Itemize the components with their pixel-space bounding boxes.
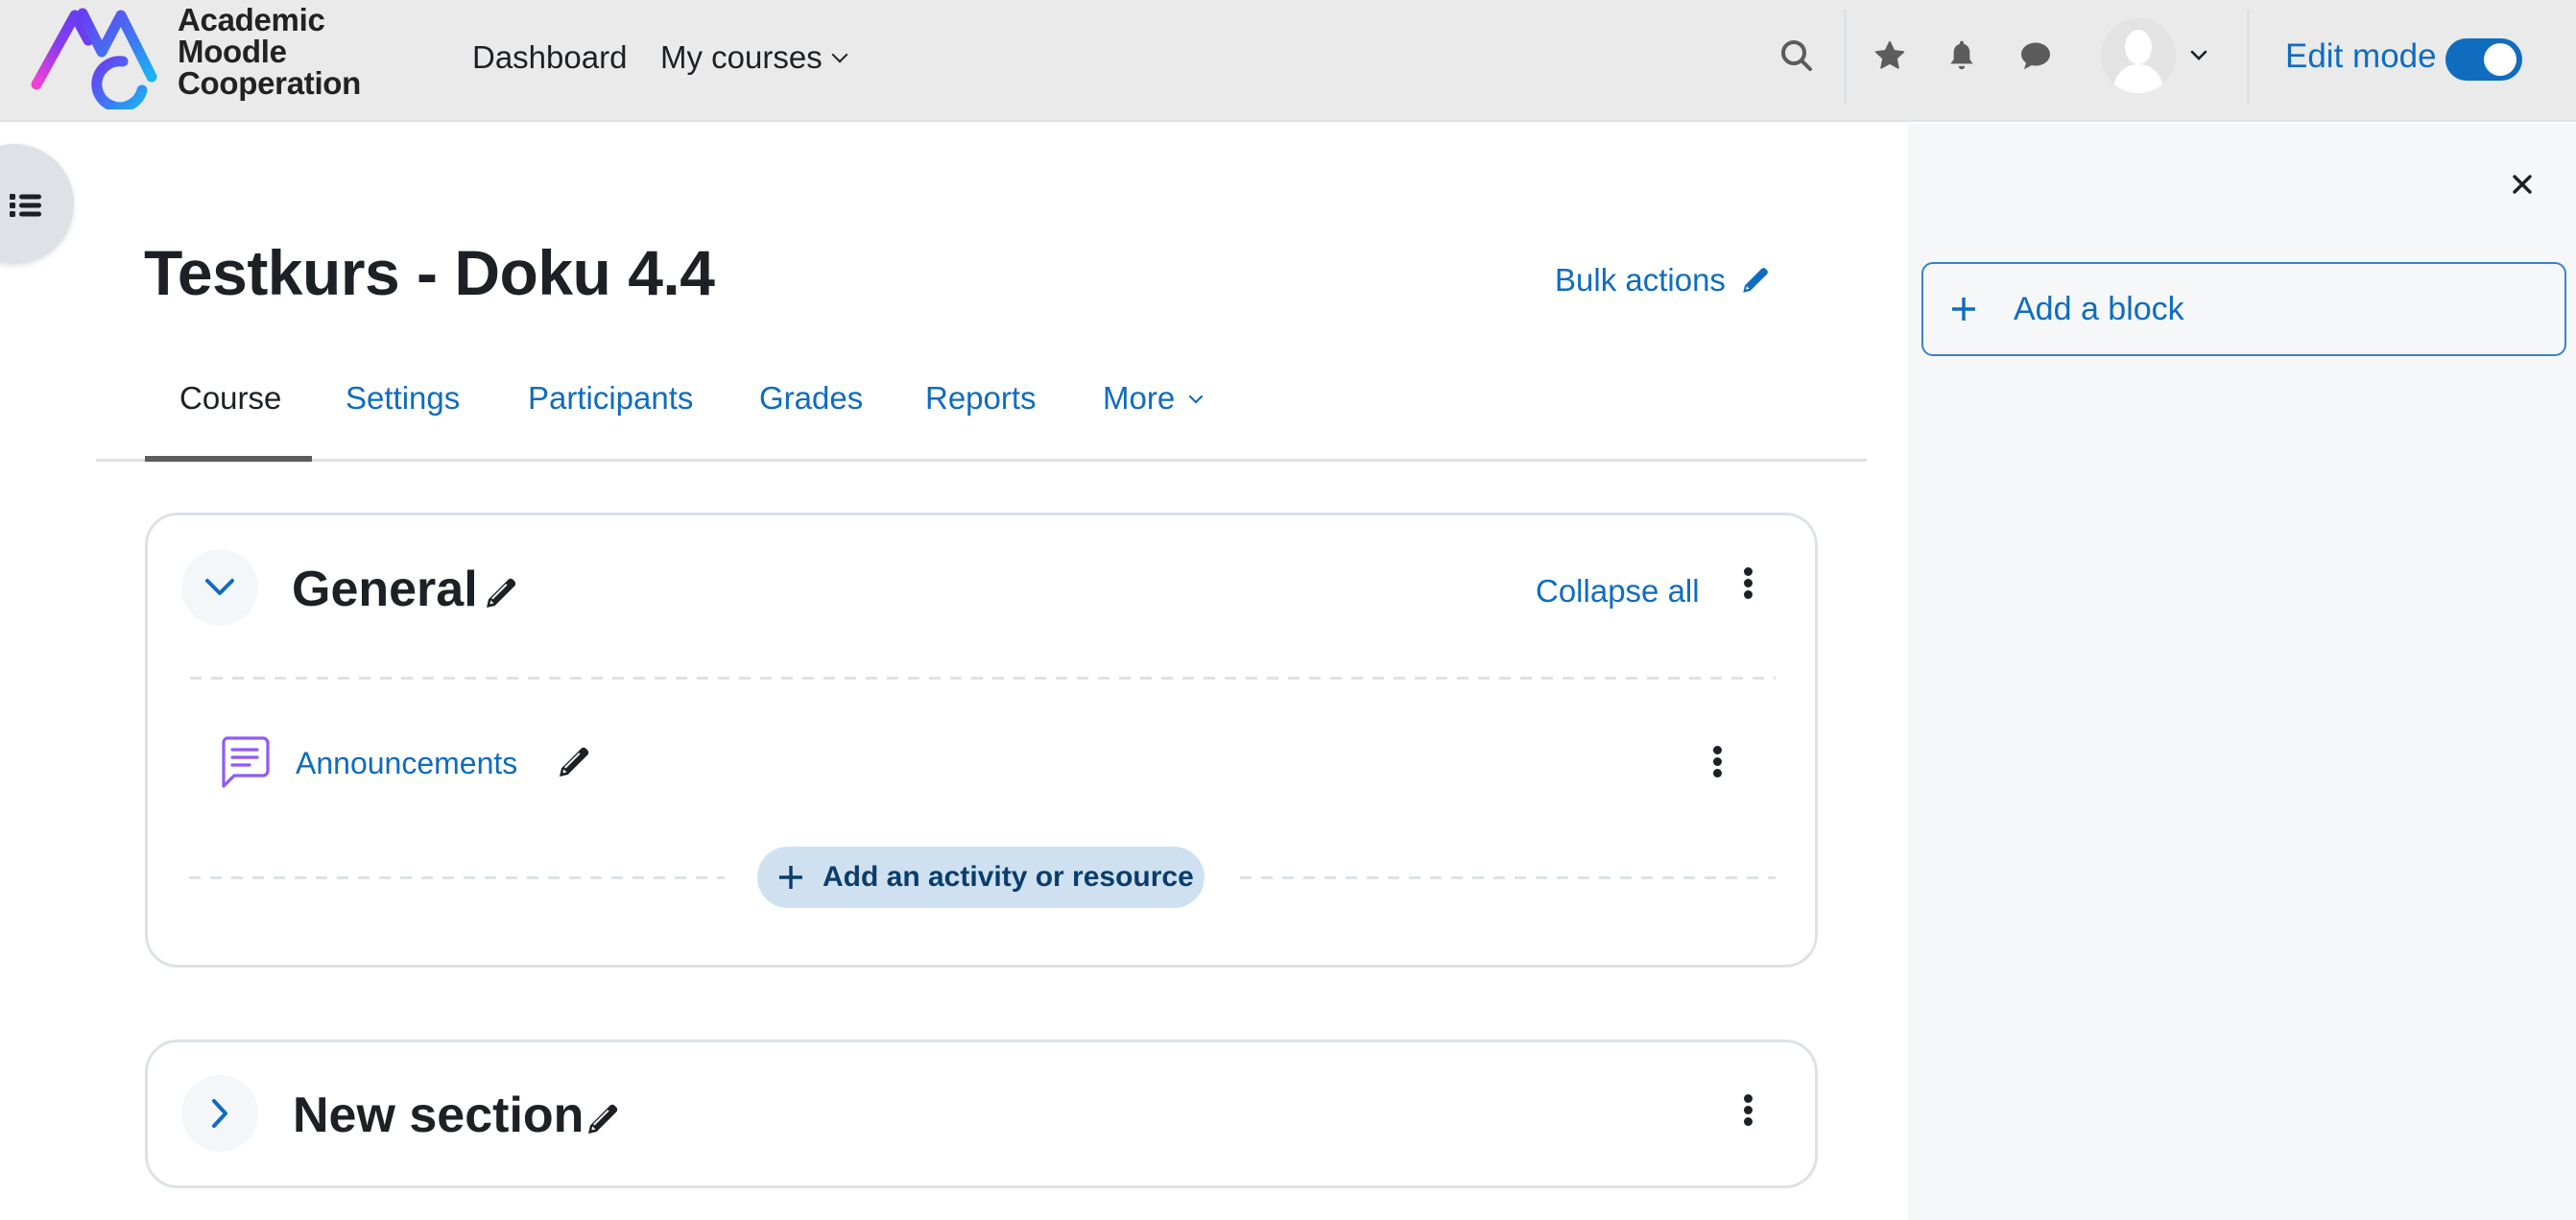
- activity-actions-menu[interactable]: [1703, 739, 1731, 783]
- chevron-down-icon: [205, 579, 234, 595]
- kebab-dot: [1743, 578, 1753, 587]
- forum-icon: [219, 735, 271, 794]
- section-general-title[interactable]: General: [292, 560, 478, 619]
- chevron-down-icon: [1189, 395, 1204, 404]
- tab-more[interactable]: More: [1103, 377, 1205, 419]
- open-course-index-button[interactable]: [0, 144, 74, 264]
- notifications-button[interactable]: [1938, 32, 1986, 80]
- edit-mode-label: Edit mode: [2285, 37, 2437, 75]
- section-new-actions-menu[interactable]: [1733, 1088, 1762, 1132]
- add-block-label: Add a block: [2014, 290, 2184, 327]
- messages-button[interactable]: [2012, 32, 2060, 80]
- kebab-dot: [1712, 745, 1722, 754]
- tab-grades[interactable]: Grades: [759, 377, 863, 419]
- kebab-dot: [1743, 1105, 1753, 1114]
- section-general-actions-menu[interactable]: [1733, 561, 1762, 605]
- edit-section-name-button[interactable]: [584, 1100, 622, 1143]
- logo-icon[interactable]: [29, 4, 157, 113]
- nav-my-courses-label: My courses: [660, 39, 823, 75]
- list-icon: [10, 194, 41, 217]
- pencil-icon: [1743, 268, 1768, 293]
- add-activity-button[interactable]: Add an activity or resource: [757, 847, 1205, 908]
- starred-courses-button[interactable]: [1866, 32, 1914, 80]
- tabs-divider: [96, 459, 1867, 462]
- section-new-expand-toggle[interactable]: [181, 1075, 258, 1152]
- tab-reports[interactable]: Reports: [925, 377, 1037, 419]
- kebab-dot: [1712, 768, 1722, 777]
- chat-icon: [2021, 42, 2050, 70]
- collapse-all-link[interactable]: Collapse all: [1536, 570, 1700, 612]
- nav-dashboard-link[interactable]: Dashboard: [472, 36, 627, 79]
- page-title: Testkurs - Doku 4.4: [144, 237, 715, 308]
- plus-icon: [779, 866, 802, 889]
- star-icon: [1874, 40, 1905, 69]
- bell-icon: [1950, 40, 1973, 70]
- section-general-collapse-toggle[interactable]: [181, 549, 258, 626]
- chevron-down-icon: [2190, 50, 2207, 60]
- search-icon: [1781, 40, 1812, 71]
- kebab-dot: [1712, 756, 1722, 766]
- navbar-divider: [2247, 10, 2250, 104]
- chevron-right-icon: [212, 1099, 227, 1128]
- active-tab-indicator: [145, 456, 312, 462]
- nav-dashboard-label: Dashboard: [472, 39, 628, 75]
- user-avatar[interactable]: [2101, 18, 2176, 93]
- logo-line-2: Moodle: [178, 34, 287, 69]
- kebab-dot: [1743, 1093, 1753, 1103]
- close-block-drawer-button[interactable]: [2507, 169, 2538, 200]
- pencil-icon: [487, 578, 516, 608]
- edit-section-name-button[interactable]: [482, 574, 520, 617]
- section-divider: [190, 677, 1776, 680]
- activity-announcements-link[interactable]: Announcements: [296, 742, 517, 784]
- close-icon: [2513, 175, 2532, 194]
- add-activity-label: Add an activity or resource: [823, 861, 1194, 893]
- logo-line-1: Academic: [178, 2, 325, 37]
- add-activity-divider-left: [189, 876, 725, 879]
- user-menu-toggle[interactable]: [2180, 32, 2218, 80]
- nav-my-courses-dropdown[interactable]: My courses: [660, 36, 848, 79]
- top-navbar: Academic Moodle Cooperation Dashboard My…: [0, 0, 2576, 122]
- tab-course[interactable]: Course: [179, 377, 281, 419]
- tab-participants[interactable]: Participants: [528, 377, 693, 419]
- add-activity-divider-right: [1240, 876, 1776, 879]
- edit-mode-toggle[interactable]: [2445, 38, 2522, 81]
- plus-icon: [1952, 298, 1975, 321]
- user-icon: [2112, 30, 2164, 93]
- section-new-title[interactable]: New section: [293, 1086, 584, 1145]
- bulk-actions-button[interactable]: Bulk actions: [1555, 259, 1772, 301]
- toggle-knob: [2484, 43, 2516, 76]
- add-block-button[interactable]: Add a block: [1921, 262, 2566, 356]
- kebab-dot: [1743, 589, 1753, 599]
- search-button[interactable]: [1773, 32, 1821, 80]
- pencil-icon: [560, 747, 589, 777]
- edit-activity-name-button[interactable]: [555, 743, 593, 786]
- pencil-icon: [588, 1104, 618, 1134]
- logo-line-3: Cooperation: [178, 65, 362, 101]
- kebab-dot: [1743, 1116, 1753, 1126]
- chevron-down-icon: [831, 46, 848, 63]
- bulk-actions-label: Bulk actions: [1555, 262, 1726, 298]
- logo-text[interactable]: Academic Moodle Cooperation: [178, 4, 361, 99]
- tab-more-label: More: [1103, 380, 1176, 416]
- navbar-divider: [1844, 10, 1847, 104]
- tab-settings[interactable]: Settings: [346, 377, 460, 419]
- kebab-dot: [1743, 566, 1753, 576]
